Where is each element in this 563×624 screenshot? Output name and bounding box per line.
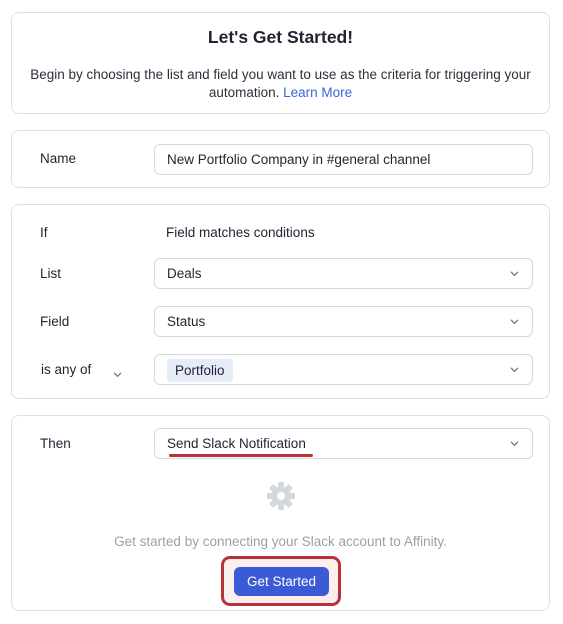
if-label: If bbox=[40, 225, 48, 240]
gear-icon bbox=[265, 480, 297, 512]
field-select-value: Status bbox=[167, 314, 206, 329]
if-card: If Field matches conditions List Deals F… bbox=[11, 204, 550, 399]
intro-card: Let's Get Started! Begin by choosing the… bbox=[11, 12, 550, 114]
name-input[interactable]: New Portfolio Company in #general channe… bbox=[154, 144, 533, 175]
value-tag[interactable]: Portfolio bbox=[167, 359, 233, 382]
name-input-value: New Portfolio Company in #general channe… bbox=[167, 152, 431, 167]
list-label: List bbox=[40, 266, 62, 281]
slack-connect-message: Get started by connecting your Slack acc… bbox=[114, 534, 447, 549]
chevron-down-icon bbox=[510, 365, 519, 374]
intro-description: Begin by choosing the list and field you… bbox=[28, 66, 533, 102]
chevron-down-icon bbox=[510, 439, 519, 448]
get-started-button[interactable]: Get Started bbox=[234, 567, 329, 596]
page-title: Let's Get Started! bbox=[207, 27, 354, 47]
then-label: Then bbox=[40, 436, 71, 451]
trigger-text: Field matches conditions bbox=[166, 225, 315, 240]
chevron-down-icon[interactable] bbox=[113, 366, 122, 377]
list-select-value: Deals bbox=[167, 266, 202, 281]
field-select[interactable]: Status bbox=[154, 306, 533, 337]
highlight-underline bbox=[169, 454, 313, 457]
name-card: Name New Portfolio Company in #general c… bbox=[11, 130, 550, 188]
operator-select[interactable]: is any of bbox=[41, 362, 91, 377]
then-card: Then Send Slack Notification Get started… bbox=[11, 415, 550, 611]
list-select[interactable]: Deals bbox=[154, 258, 533, 289]
field-label: Field bbox=[40, 314, 70, 329]
values-multiselect[interactable]: Portfolio bbox=[154, 354, 533, 385]
action-select-value: Send Slack Notification bbox=[167, 436, 306, 451]
chevron-down-icon bbox=[510, 269, 519, 278]
name-label: Name bbox=[40, 151, 77, 166]
intro-description-text: Begin by choosing the list and field you… bbox=[30, 67, 531, 100]
learn-more-link[interactable]: Learn More bbox=[283, 85, 352, 100]
chevron-down-icon bbox=[510, 317, 519, 326]
